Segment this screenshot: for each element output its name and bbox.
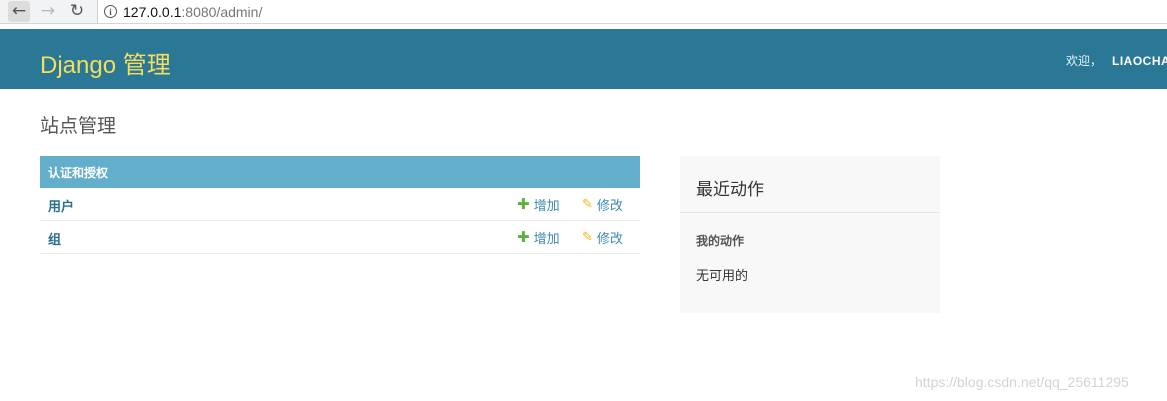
- model-row-groups: 组 ✚ 增加 ✎ 修改: [40, 221, 640, 254]
- site-branding[interactable]: Django 管理: [40, 45, 171, 80]
- pencil-icon: ✎: [582, 197, 593, 212]
- change-label: 修改: [596, 199, 623, 214]
- module-caption-label: 认证和授权: [48, 165, 109, 180]
- welcome-text: 欢迎，: [1066, 54, 1103, 68]
- recent-actions-title: 最近动作: [696, 180, 764, 200]
- info-icon[interactable]: i: [104, 5, 117, 18]
- reload-icon[interactable]: ↻: [66, 1, 88, 22]
- browser-toolbar: ← → ↻ i 127.0.0.1:8080/admin/: [0, 0, 1167, 24]
- add-groups-link[interactable]: ✚ 增加: [517, 228, 560, 248]
- model-link-users[interactable]: 用户: [48, 196, 74, 215]
- recent-divider: [680, 212, 940, 213]
- user-tools: 欢迎， LIAOCHAO: [1066, 52, 1167, 69]
- app-module-auth: 认证和授权 用户 ✚ 增加 ✎ 修改 组 ✚ 增加 ✎ 修改: [40, 156, 640, 254]
- watermark-text: https://blog.csdn.net/qq_25611295: [915, 374, 1129, 390]
- url-text: 127.0.0.1:8080/admin/: [123, 4, 262, 20]
- url-path: :8080/admin/: [181, 3, 263, 20]
- change-users-link[interactable]: ✎ 修改: [582, 195, 623, 214]
- plus-icon: ✚: [517, 228, 530, 246]
- recent-actions-panel: 最近动作 我的动作 无可用的: [680, 156, 940, 313]
- url-host: 127.0.0.1: [123, 3, 182, 20]
- pencil-icon: ✎: [582, 230, 593, 245]
- change-groups-link[interactable]: ✎ 修改: [582, 228, 623, 247]
- page-title: 站点管理: [40, 115, 117, 137]
- address-bar[interactable]: i 127.0.0.1:8080/admin/: [97, 0, 1167, 23]
- model-row-users: 用户 ✚ 增加 ✎ 修改: [40, 188, 640, 221]
- add-users-link[interactable]: ✚ 增加: [517, 195, 560, 215]
- no-actions-text: 无可用的: [696, 269, 749, 284]
- site-header: Django 管理 欢迎， LIAOCHAO: [0, 29, 1167, 89]
- my-actions-heading: 我的动作: [696, 234, 745, 248]
- change-label: 修改: [596, 232, 623, 247]
- model-link-groups[interactable]: 组: [48, 229, 61, 248]
- back-icon[interactable]: ←: [8, 1, 30, 22]
- module-caption[interactable]: 认证和授权: [40, 156, 640, 188]
- forward-icon[interactable]: →: [37, 1, 59, 22]
- add-label: 增加: [533, 199, 560, 214]
- plus-icon: ✚: [517, 195, 530, 213]
- username: LIAOCHAO: [1112, 54, 1167, 68]
- add-label: 增加: [533, 232, 560, 247]
